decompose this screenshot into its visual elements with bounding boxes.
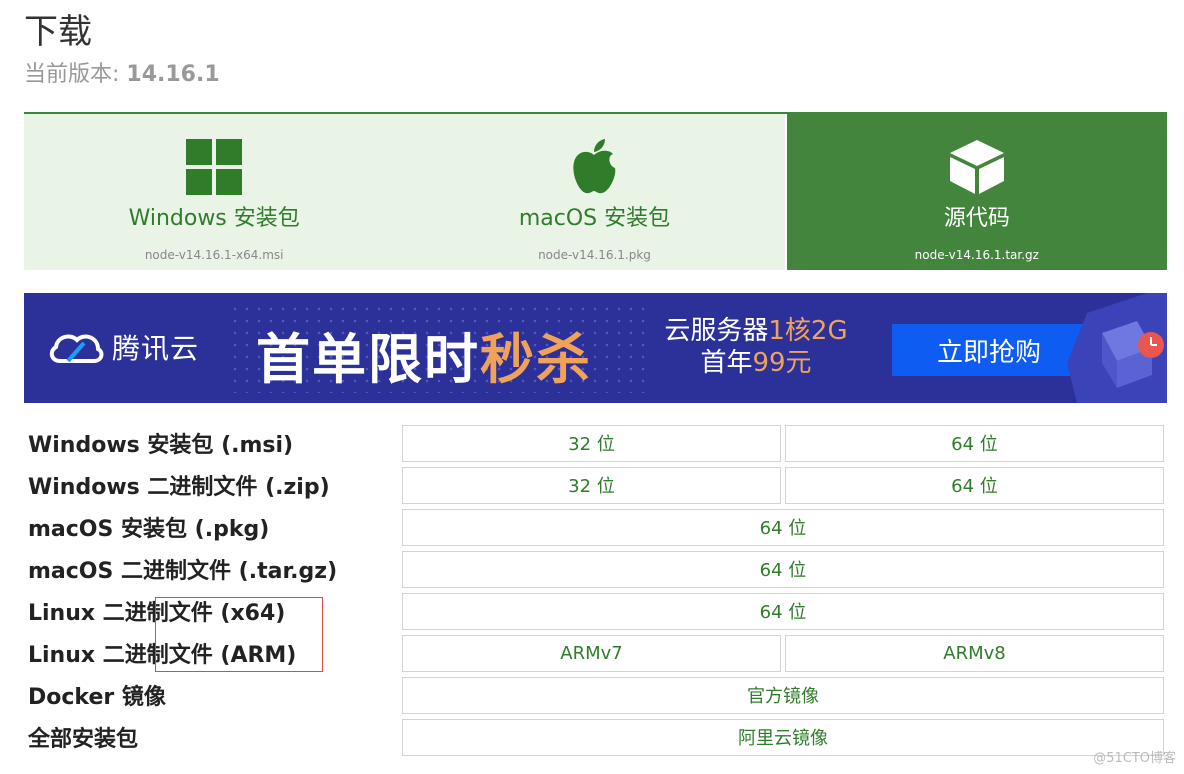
table-row: Windows 安装包 (.msi) 32 位 64 位 bbox=[24, 422, 1167, 464]
table-row: Windows 二进制文件 (.zip) 32 位 64 位 bbox=[24, 464, 1167, 506]
version-number: 14.16.1 bbox=[126, 62, 220, 87]
tile-label: Windows 安装包 bbox=[128, 206, 300, 231]
banner-brand: 腾讯云 bbox=[46, 327, 199, 367]
download-link[interactable]: ARMv8 bbox=[785, 634, 1164, 672]
row-label: Windows 二进制文件 (.zip) bbox=[28, 475, 330, 500]
current-version: 当前版本: 14.16.1 bbox=[24, 56, 220, 88]
tile-label: 源代码 bbox=[943, 206, 1010, 231]
promo-banner[interactable]: 腾讯云 首单限时秒杀 云服务器1核2G 首年99元 立即抢购 bbox=[24, 293, 1167, 403]
tile-label: macOS 安装包 bbox=[518, 206, 671, 231]
headline-part-a: 首单限时 bbox=[256, 328, 480, 391]
table-row: macOS 安装包 (.pkg) 64 位 bbox=[24, 506, 1167, 548]
download-link[interactable]: 64 位 bbox=[402, 592, 1164, 630]
download-link[interactable]: ARMv7 bbox=[402, 634, 781, 672]
download-link[interactable]: 64 位 bbox=[402, 550, 1164, 588]
cloud-logo-icon bbox=[49, 334, 104, 363]
promo-line2-a: 首年 bbox=[700, 348, 753, 378]
tile-filename: node-v14.16.1-x64.msi bbox=[144, 248, 284, 262]
box-icon bbox=[948, 138, 1006, 196]
promo-line2-b: 99元 bbox=[752, 348, 812, 378]
tile-source-code[interactable]: 源代码 node-v14.16.1.tar.gz bbox=[786, 114, 1167, 270]
banner-headline: 首单限时秒杀 bbox=[256, 315, 592, 394]
download-table: Windows 安装包 (.msi) 32 位 64 位 Windows 二进制文… bbox=[24, 422, 1167, 758]
download-page: 下载 当前版本: 14.16.1 Windows 安装包 node-v14.16… bbox=[0, 0, 1184, 774]
tile-macos-installer[interactable]: macOS 安装包 node-v14.16.1.pkg bbox=[404, 114, 785, 270]
download-link[interactable]: 阿里云镜像 bbox=[402, 718, 1164, 756]
download-link[interactable]: 32 位 bbox=[402, 466, 781, 504]
download-link[interactable]: 64 位 bbox=[402, 508, 1164, 546]
version-label: 当前版本: bbox=[24, 62, 127, 87]
download-tiles: Windows 安装包 node-v14.16.1-x64.msi macOS … bbox=[24, 112, 1167, 270]
tile-filename: node-v14.16.1.tar.gz bbox=[914, 248, 1039, 262]
banner-promo: 云服务器1核2G 首年99元 bbox=[656, 315, 856, 379]
row-label: 全部安装包 bbox=[28, 727, 139, 752]
watermark: @51CTO博客 bbox=[1093, 751, 1176, 766]
promo-line1-b: 1核2G bbox=[768, 316, 848, 346]
download-link[interactable]: 32 位 bbox=[402, 424, 781, 462]
tile-windows-installer[interactable]: Windows 安装包 node-v14.16.1-x64.msi bbox=[24, 114, 405, 270]
windows-icon bbox=[186, 138, 243, 196]
row-label: macOS 安装包 (.pkg) bbox=[28, 517, 270, 542]
tile-filename: node-v14.16.1.pkg bbox=[538, 248, 651, 262]
row-label: macOS 二进制文件 (.tar.gz) bbox=[28, 559, 338, 584]
download-link[interactable]: 64 位 bbox=[785, 466, 1164, 504]
download-link[interactable]: 64 位 bbox=[785, 424, 1164, 462]
page-title: 下载 bbox=[24, 12, 92, 52]
row-label: Docker 镜像 bbox=[28, 685, 166, 710]
promo-line1-a: 云服务器 bbox=[664, 316, 769, 346]
highlight-annotation-box bbox=[155, 597, 323, 672]
headline-part-b: 秒杀 bbox=[480, 328, 592, 391]
table-row: macOS 二进制文件 (.tar.gz) 64 位 bbox=[24, 548, 1167, 590]
table-row: 全部安装包 阿里云镜像 bbox=[24, 716, 1167, 758]
server-illustration-icon bbox=[1067, 293, 1167, 403]
row-label: Windows 安装包 (.msi) bbox=[28, 433, 294, 458]
download-link[interactable]: 官方镜像 bbox=[402, 676, 1164, 714]
banner-brand-name: 腾讯云 bbox=[112, 332, 200, 365]
apple-icon bbox=[569, 138, 619, 196]
table-row: Docker 镜像 官方镜像 bbox=[24, 674, 1167, 716]
